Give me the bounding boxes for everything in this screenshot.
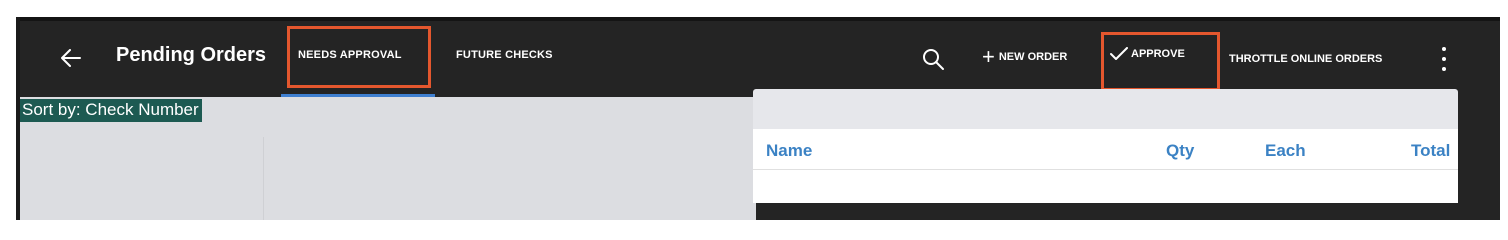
top-app-bar: Pending Orders NEEDS APPROVAL FUTURE CHE… [16, 17, 1500, 97]
search-icon [923, 49, 944, 70]
tab-needs-approval[interactable]: NEEDS APPROVAL [298, 49, 402, 61]
throttle-label: THROTTLE ONLINE ORDERS [1229, 53, 1383, 65]
approve-button[interactable]: APPROVE [1110, 47, 1185, 61]
page-title: Pending Orders [116, 44, 267, 66]
highlight-approve [1101, 32, 1220, 91]
throttle-online-orders-button[interactable]: THROTTLE ONLINE ORDERS [1229, 53, 1382, 65]
column-header-each: Each [1265, 141, 1306, 160]
back-button[interactable] [56, 43, 86, 73]
window-edge [16, 17, 20, 220]
more-menu-button[interactable] [1438, 47, 1450, 71]
list-divider [263, 137, 264, 220]
column-header-name: Name [766, 141, 813, 160]
plus-icon: + [982, 44, 995, 69]
tab-future-checks[interactable]: FUTURE CHECKS [456, 49, 553, 61]
new-order-button[interactable]: + NEW ORDER [982, 44, 1068, 69]
more-vertical-icon [1442, 47, 1446, 51]
new-order-label: NEW ORDER [998, 51, 1068, 63]
approve-label: APPROVE [1131, 48, 1185, 60]
order-table-header [753, 129, 1458, 170]
sort-selector[interactable]: Sort by: Check Number [20, 99, 202, 122]
order-table-body [753, 170, 1458, 203]
topbar-edge [16, 17, 1500, 21]
arrow-left-icon [61, 49, 81, 67]
column-header-total: Total [1411, 141, 1451, 160]
checkmark-icon [1110, 47, 1128, 60]
search-button[interactable] [921, 47, 945, 71]
column-header-qty: Qty [1166, 141, 1195, 160]
